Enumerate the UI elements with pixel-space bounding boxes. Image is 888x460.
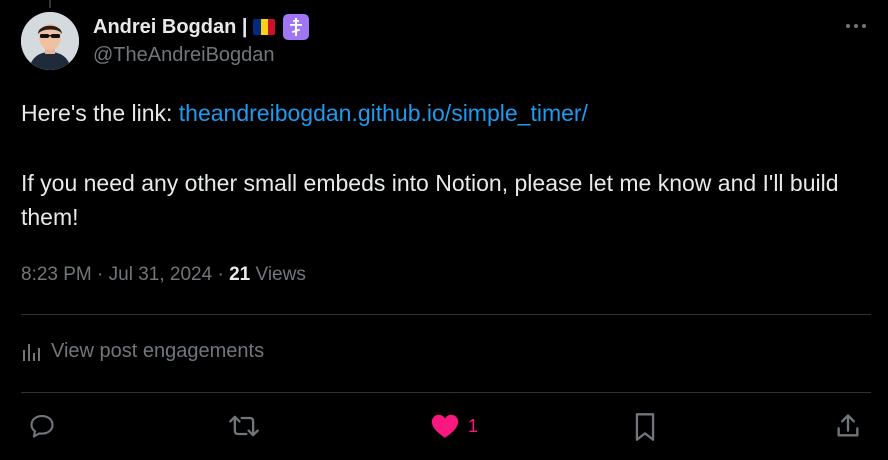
post-content: Here's the link: theandreibogdan.github.…	[21, 96, 871, 234]
action-bar: 1	[0, 400, 888, 458]
reply-icon	[30, 415, 54, 438]
post-meta: 8:23 PM · Jul 31, 2024 · 21 Views	[21, 264, 306, 286]
avatar[interactable]	[21, 12, 79, 70]
post-paragraph-1: Here's the link: theandreibogdan.github.…	[21, 96, 871, 130]
view-engagements-link[interactable]: View post engagements	[21, 340, 264, 363]
author-name-row: Andrei Bogdan |	[93, 12, 310, 42]
repost-button[interactable]	[228, 412, 260, 440]
post-date[interactable]: Jul 31, 2024	[109, 264, 213, 285]
views-count: 21	[229, 264, 251, 285]
reply-button[interactable]	[28, 412, 56, 440]
like-count: 1	[468, 415, 479, 436]
bookmark-icon	[635, 413, 655, 441]
post-time[interactable]: 8:23 PM	[21, 264, 92, 285]
author-block: Andrei Bogdan | @TheAndreiBogdan	[93, 12, 310, 67]
thread-connector-line	[49, 0, 51, 8]
bookmark-button[interactable]	[632, 412, 658, 442]
heart-filled-icon	[431, 414, 459, 438]
avatar-image	[21, 12, 79, 70]
meta-separator: ·	[217, 264, 230, 285]
romania-flag-icon	[253, 19, 276, 35]
like-button[interactable]: 1	[430, 412, 478, 440]
author-handle[interactable]: @TheAndreiBogdan	[93, 44, 309, 67]
repost-icon	[229, 415, 259, 437]
divider	[21, 314, 871, 315]
share-icon	[837, 414, 859, 437]
bar-chart-icon	[23, 343, 40, 361]
author-name[interactable]: Andrei Bogdan |	[93, 16, 247, 39]
post-link[interactable]: theandreibogdan.github.io/simple_timer/	[179, 100, 588, 126]
view-engagements-label: View post engagements	[51, 340, 265, 362]
divider	[21, 392, 871, 393]
share-button[interactable]	[834, 412, 862, 440]
post-text-prefix: Here's the link:	[21, 100, 179, 126]
more-options-icon[interactable]	[844, 16, 868, 41]
orthodox-cross-icon	[283, 14, 310, 40]
meta-separator: ·	[97, 264, 109, 285]
views-label: Views	[255, 264, 306, 285]
post-paragraph-2: If you need any other small embeds into …	[21, 170, 839, 230]
